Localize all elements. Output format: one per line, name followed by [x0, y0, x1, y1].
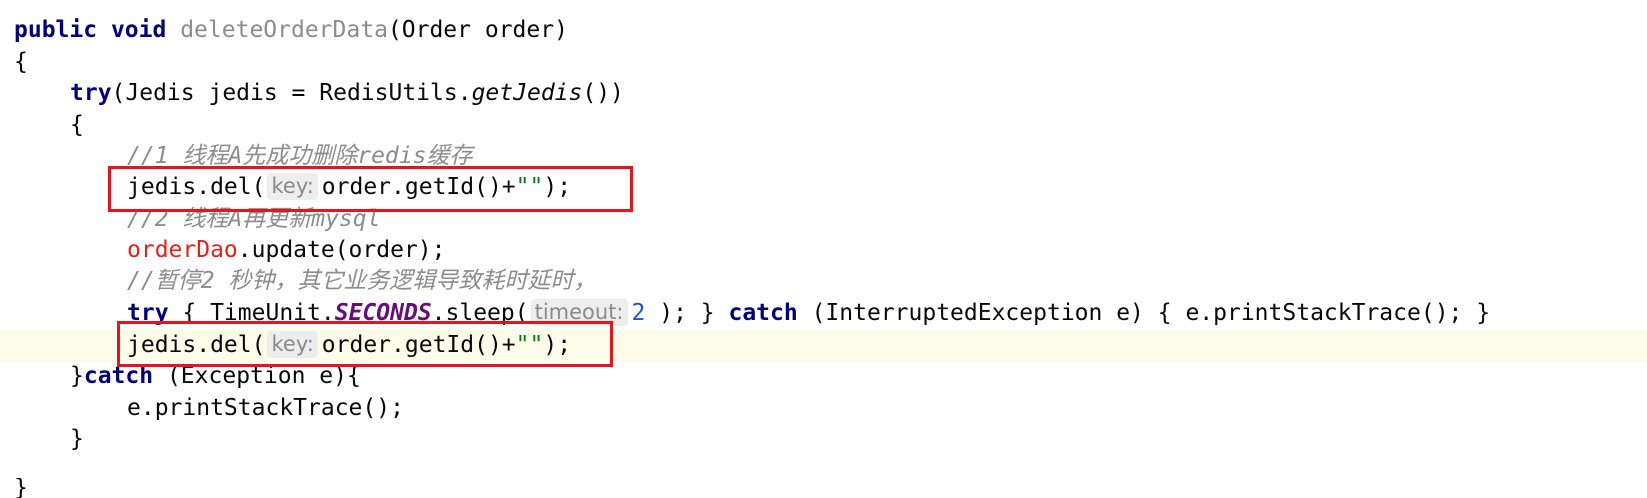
highlight-box-first-delete: [108, 166, 633, 212]
close-brace: }: [70, 426, 84, 452]
try-resource-open: (Jedis jedis = RedisUtils.: [111, 80, 472, 106]
static-method-call: getJedis: [471, 80, 583, 106]
statement: e.printStackTrace();: [127, 395, 404, 421]
field-reference: orderDao: [127, 237, 238, 263]
keyword-catch: catch: [728, 300, 798, 326]
open-brace: {: [70, 112, 84, 138]
keyword-void: void: [110, 17, 167, 43]
code-line-15: }: [14, 478, 54, 498]
code-line-9: //暂停2 秒钟，其它业务逻辑导致耗时延时，: [127, 265, 1647, 298]
keyword-try: try: [70, 80, 112, 106]
method-params: (Order order): [387, 17, 568, 43]
method-call: .update(order);: [237, 237, 446, 263]
close-brace: }: [14, 478, 28, 498]
number-literal: 2: [631, 300, 646, 326]
keyword-public: public: [14, 17, 98, 43]
code-segment: (InterruptedException e) { e.printStackT…: [797, 300, 1491, 326]
code-line-3: try(Jedis jedis = RedisUtils.getJedis()): [70, 77, 1647, 110]
code-segment: ); }: [645, 300, 729, 326]
method-name: deleteOrderData: [180, 17, 388, 43]
code-line-13: e.printStackTrace();: [127, 392, 1647, 425]
code-line-2: {: [14, 46, 1647, 79]
open-brace: {: [14, 49, 28, 75]
code-line-4: {: [70, 109, 1647, 142]
code-line-1: public void deleteOrderData(Order order): [14, 14, 1647, 47]
code-line-8: orderDao.update(order);: [127, 234, 1647, 267]
comment: //暂停2 秒钟，其它业务逻辑导致耗时延时，: [127, 268, 597, 294]
highlight-box-second-delete: [117, 321, 613, 367]
code-editor[interactable]: public void deleteOrderData(Order order)…: [0, 0, 1647, 498]
close-brace: }: [70, 363, 84, 389]
code-line-14: }: [70, 423, 1647, 456]
try-resource-close: ()): [582, 80, 624, 106]
